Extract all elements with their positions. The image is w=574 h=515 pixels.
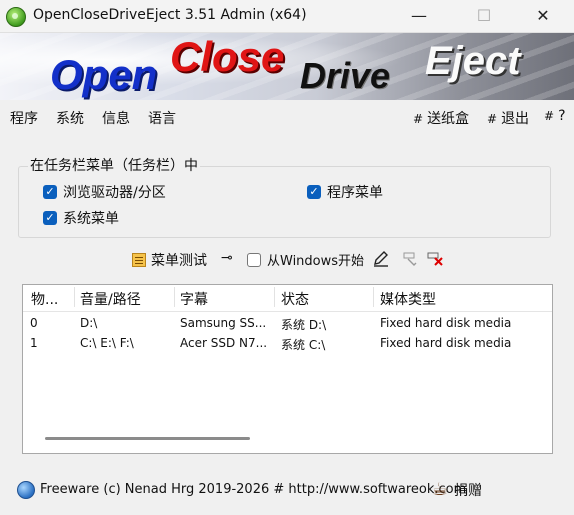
logo-word-eject: Eject	[425, 39, 521, 83]
horizontal-scrollbar[interactable]	[45, 437, 250, 440]
checkbox-empty-icon	[247, 252, 261, 267]
pin-icon: ⊸	[221, 250, 233, 266]
title-bar: OpenCloseDriveEject 3.51 Admin (x64) — ☐…	[0, 0, 574, 33]
menu-program[interactable]: 程序	[10, 108, 38, 128]
logo-banner: Open Close Drive Eject	[0, 33, 574, 100]
donate-label: 捐赠	[454, 482, 483, 499]
menu-help-label: ?	[558, 108, 566, 124]
menu-bar: 程序 系统 信息 语言 # 送纸盒 # 退出 #?	[0, 101, 574, 131]
checkbox-label: 浏览驱动器/分区	[63, 185, 166, 201]
window-title: OpenCloseDriveEject 3.51 Admin (x64)	[33, 7, 307, 23]
remove-hotkey-button[interactable]	[426, 250, 444, 268]
hash-marker: #	[413, 112, 424, 126]
checkmark-icon: ✓	[307, 185, 321, 199]
checkmark-icon: ✓	[43, 211, 57, 225]
menu-info[interactable]: 信息	[102, 108, 130, 128]
column-divider[interactable]	[373, 287, 374, 307]
cell-media-type: Fixed hard disk media	[380, 316, 512, 330]
cell-status: 系统 C:\	[281, 338, 326, 352]
group-title: 在任务栏菜单（任务栏）中	[28, 155, 200, 175]
status-text[interactable]: Freeware (c) Nenad Hrg 2019-2026 # http:…	[40, 482, 466, 497]
column-header-number[interactable]: 物...	[31, 289, 58, 309]
cell-status: 系统 D:\	[281, 318, 327, 332]
list-header: 物... 音量/路径 字幕 状态 媒体类型	[23, 285, 552, 312]
menu-icon	[132, 253, 146, 267]
menu-help[interactable]: #?	[544, 108, 566, 124]
table-row[interactable]: 1 C:\ E:\ F:\ Acer SSD N7... 系统 C:\ Fixe…	[23, 333, 552, 353]
cell-caption: Samsung SS...	[180, 316, 267, 330]
cell-number: 0	[30, 316, 38, 330]
checkbox-system-menu[interactable]: ✓ 系统菜单	[43, 208, 119, 228]
app-icon[interactable]	[6, 7, 26, 27]
cell-caption: Acer SSD N7...	[180, 336, 268, 350]
logo-word-open: Open	[50, 51, 158, 98]
donate-button[interactable]: ☕ 捐赠	[432, 479, 482, 500]
toolbar: 菜单测试 ⊸ 从Windows开始	[0, 250, 574, 272]
checkbox-browse-drives[interactable]: ✓ 浏览驱动器/分区	[43, 182, 166, 202]
menu-system[interactable]: 系统	[56, 108, 84, 128]
column-header-volume[interactable]: 音量/路径	[80, 289, 141, 309]
start-with-windows-label: 从Windows开始	[267, 254, 365, 269]
column-divider[interactable]	[74, 287, 75, 307]
maximize-button[interactable]: ☐	[461, 0, 507, 32]
column-divider[interactable]	[274, 287, 275, 307]
cell-volume: C:\ E:\ F:\	[80, 336, 134, 350]
coffee-cup-icon: ☕	[432, 479, 449, 500]
status-bar: Freeware (c) Nenad Hrg 2019-2026 # http:…	[0, 476, 574, 504]
cell-volume: D:\	[80, 316, 98, 330]
logo-word-close: Close	[170, 33, 285, 80]
hash-marker: #	[487, 112, 498, 126]
cell-media-type: Fixed hard disk media	[380, 336, 512, 350]
hotkey-button[interactable]	[402, 250, 420, 268]
logo-word-drive: Drive	[300, 55, 391, 96]
checkbox-label: 程序菜单	[327, 185, 383, 201]
menu-test-button[interactable]: 菜单测试	[132, 250, 207, 270]
menu-exit-label: 退出	[501, 111, 530, 127]
column-divider[interactable]	[174, 287, 175, 307]
checkbox-label: 系统菜单	[63, 211, 119, 227]
menu-tray-label: 送纸盒	[427, 111, 470, 127]
minimize-button[interactable]: —	[396, 0, 442, 32]
start-with-windows-checkbox[interactable]: 从Windows开始	[247, 250, 364, 269]
globe-icon[interactable]	[17, 481, 35, 499]
remove-hotkey-icon	[427, 252, 443, 266]
menu-test-label: 菜单测试	[151, 253, 207, 269]
hash-marker: #	[544, 109, 555, 123]
column-header-status[interactable]: 状态	[281, 289, 309, 309]
menu-exit[interactable]: # 退出	[487, 108, 529, 128]
pin-button[interactable]: ⊸	[221, 250, 235, 266]
menu-tray[interactable]: # 送纸盒	[413, 108, 469, 128]
checkbox-program-menu[interactable]: ✓ 程序菜单	[307, 182, 383, 202]
cell-number: 1	[30, 336, 38, 350]
close-button[interactable]: ✕	[520, 0, 566, 32]
column-header-media-type[interactable]: 媒体类型	[380, 289, 436, 309]
column-header-caption[interactable]: 字幕	[180, 289, 208, 309]
checkmark-icon: ✓	[43, 185, 57, 199]
pencil-icon	[374, 251, 388, 267]
menu-language[interactable]: 语言	[148, 108, 176, 128]
edit-button[interactable]	[372, 250, 390, 268]
hotkey-icon	[403, 252, 417, 266]
drive-list[interactable]: 物... 音量/路径 字幕 状态 媒体类型 0 D:\ Samsung SS..…	[22, 284, 553, 454]
table-row[interactable]: 0 D:\ Samsung SS... 系统 D:\ Fixed hard di…	[23, 313, 552, 333]
